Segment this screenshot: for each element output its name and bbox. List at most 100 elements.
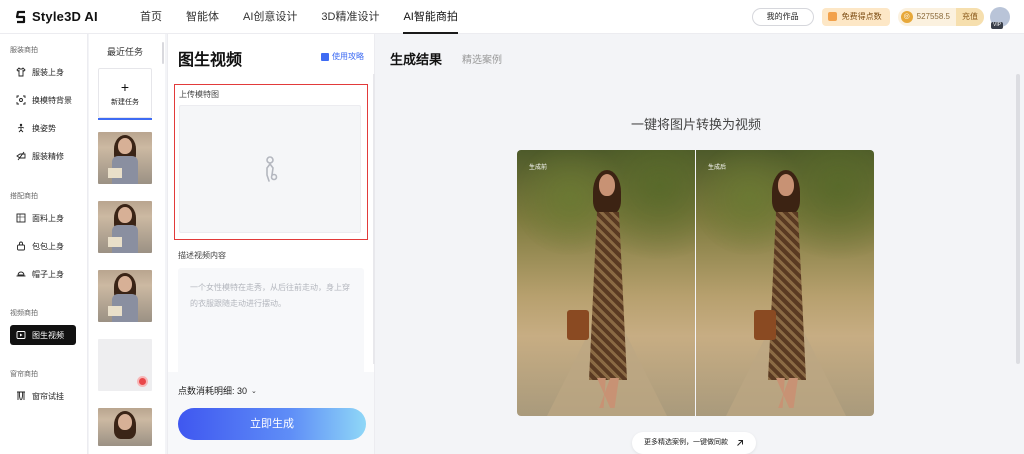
page-title: 图生视频 xyxy=(178,52,243,69)
model-handbag xyxy=(754,310,776,340)
sidebar-item-label: 面料上身 xyxy=(32,213,64,223)
thumb-face xyxy=(118,414,132,430)
book-icon xyxy=(321,52,329,61)
task-thumbnail[interactable] xyxy=(98,201,152,253)
sidebar-group-apparel: 服装商拍 xyxy=(10,47,38,54)
thumb-face xyxy=(118,207,132,223)
model-face xyxy=(778,174,794,196)
my-works-button[interactable]: 我的作品 xyxy=(751,7,814,26)
generate-bar: 点数消耗明细: 30 ⌄ 立即生成 xyxy=(168,372,374,454)
recharge-button[interactable]: 充值 xyxy=(956,7,984,26)
image-to-video-panel: 图生视频 使用攻略 上传模特图 描述视频内容 一个女性模特在走秀，从后往前走动，… xyxy=(167,34,375,454)
arrow-up-right-icon xyxy=(737,440,743,446)
recent-scrollbar[interactable] xyxy=(162,42,164,64)
sidebar-item-bag-tryon[interactable]: 包包上身 xyxy=(10,236,76,256)
results-area: 生成结果 精选案例 一键将图片转换为视频 生成前 生成后 更多精选案例，一键做同… xyxy=(376,34,1024,454)
thumb-face xyxy=(118,138,132,154)
sidebar-item-fabric-tryon[interactable]: 面料上身 xyxy=(10,208,76,228)
coin-icon: ◎ xyxy=(900,10,913,23)
sidebar-item-label: 换姿势 xyxy=(32,123,56,133)
video-icon xyxy=(16,331,26,339)
before-after-comparison: 生成前 生成后 xyxy=(517,150,874,416)
thumb-face xyxy=(118,276,132,292)
sidebar-item-apparel-retouch[interactable]: 服装精修 xyxy=(10,146,76,166)
sidebar-group-video: 视频商拍 xyxy=(10,310,38,317)
bag-icon xyxy=(17,241,25,251)
new-task-button[interactable]: + 新建任务 xyxy=(98,68,152,118)
more-featured-cases-button[interactable]: 更多精选案例，一键做同款 xyxy=(632,432,756,454)
points-value: 527558.5 xyxy=(916,12,950,21)
before-image: 生成前 xyxy=(517,150,695,416)
recent-tasks: 最近任务 + 新建任务 xyxy=(89,34,165,454)
sidebar-item-label: 窗帘试挂 xyxy=(32,391,64,401)
sidebar-item-label: 帽子上身 xyxy=(32,269,64,279)
sidebar-item-apparel-tryon[interactable]: 服装上身 xyxy=(10,62,76,82)
upload-model-dropzone[interactable] xyxy=(179,105,361,233)
nav-agent[interactable]: 智能体 xyxy=(174,0,231,34)
task-thumbnail-failed[interactable] xyxy=(98,339,152,391)
plus-icon: + xyxy=(120,78,130,95)
tab-featured-cases[interactable]: 精选案例 xyxy=(462,51,502,66)
retouch-icon xyxy=(16,151,26,161)
after-image: 生成后 xyxy=(696,150,874,416)
points-balance: ◎ 527558.5 充值 xyxy=(897,7,984,26)
free-points-button[interactable]: 免费得点数 xyxy=(821,7,890,26)
pose-icon xyxy=(17,123,25,133)
thumb-bag xyxy=(108,306,122,316)
tab-generated-results[interactable]: 生成结果 xyxy=(390,49,442,68)
panel-scrollbar[interactable] xyxy=(373,74,375,364)
avatar[interactable]: VIP xyxy=(990,6,1010,29)
video-description-input[interactable]: 一个女性模特在走秀，从后往前走动，身上穿的衣服跟随走动进行摆动。 xyxy=(178,268,364,388)
results-heading: 一键将图片转换为视频 xyxy=(630,117,761,132)
style3d-logo-icon xyxy=(15,10,26,23)
sidebar-item-label: 包包上身 xyxy=(32,241,64,251)
top-nav-bar: Style3D AI 首页 智能体 AI创意设计 3D精准设计 AI智能商拍 我… xyxy=(0,0,1024,34)
points-cost-label: 点数消耗明细: 30 xyxy=(178,386,248,396)
nav-ai-creative-design[interactable]: AI创意设计 xyxy=(231,0,309,34)
sidebar-item-label: 换模特背景 xyxy=(32,95,72,105)
logo-text: Style3D AI xyxy=(32,9,98,24)
main-nav: 首页 智能体 AI创意设计 3D精准设计 AI智能商拍 xyxy=(128,0,470,34)
before-label: 生成前 xyxy=(529,165,548,171)
generate-now-button[interactable]: 立即生成 xyxy=(178,408,366,440)
sidebar-item-curtain-tryon[interactable]: 窗帘试挂 xyxy=(10,386,76,406)
results-scrollbar[interactable] xyxy=(1016,74,1020,364)
sidebar-item-change-background[interactable]: 换模特背景 xyxy=(10,90,76,110)
new-task-active-indicator xyxy=(98,118,152,120)
usage-guide-label: 使用攻略 xyxy=(332,52,364,61)
vip-badge: VIP xyxy=(991,21,1004,29)
nav-home[interactable]: 首页 xyxy=(128,0,174,34)
chevron-down-icon: ⌄ xyxy=(251,387,257,395)
thumb-bag xyxy=(108,237,122,247)
recent-tasks-title: 最近任务 xyxy=(107,47,144,57)
task-thumbnail[interactable] xyxy=(98,270,152,322)
sidebar-group-curtain: 窗帘商拍 xyxy=(10,371,38,378)
thumb-bag xyxy=(108,168,122,178)
points-cost-detail[interactable]: 点数消耗明细: 30 ⌄ xyxy=(178,384,257,397)
sidebar-item-label: 图生视频 xyxy=(32,330,64,340)
nav-3d-precise-design[interactable]: 3D精准设计 xyxy=(309,0,391,34)
upload-highlight-frame: 上传模特图 xyxy=(174,84,368,240)
sidebar: 服装商拍 服装上身 换模特背景 换姿势 服装精修 搭配商拍 面料上身 包包上身 … xyxy=(0,34,88,454)
top-right-actions: 我的作品 免费得点数 ◎ 527558.5 充值 VIP xyxy=(751,6,1010,29)
error-icon xyxy=(137,376,148,387)
sidebar-group-matching: 搭配商拍 xyxy=(10,193,38,200)
usage-guide-link[interactable]: 使用攻略 xyxy=(321,51,364,62)
free-points-label: 免费得点数 xyxy=(841,11,882,21)
person-upload-icon xyxy=(266,156,278,182)
more-cases-label: 更多精选案例，一键做同款 xyxy=(644,439,728,446)
new-task-label: 新建任务 xyxy=(111,98,139,106)
task-thumbnail[interactable] xyxy=(98,132,152,184)
curtain-icon xyxy=(17,391,25,401)
fabric-icon xyxy=(16,213,26,223)
sidebar-item-image-to-video[interactable]: 图生视频 xyxy=(10,325,76,345)
logo[interactable]: Style3D AI xyxy=(14,9,110,24)
sidebar-item-change-pose[interactable]: 换姿势 xyxy=(10,118,76,138)
task-thumbnail[interactable] xyxy=(98,408,152,446)
model-face xyxy=(599,174,615,196)
upload-model-label: 上传模特图 xyxy=(179,90,219,99)
hat-icon xyxy=(16,271,26,277)
shirt-icon xyxy=(16,67,26,77)
sidebar-item-hat-tryon[interactable]: 帽子上身 xyxy=(10,264,76,284)
nav-ai-smart-photo[interactable]: AI智能商拍 xyxy=(391,0,469,34)
